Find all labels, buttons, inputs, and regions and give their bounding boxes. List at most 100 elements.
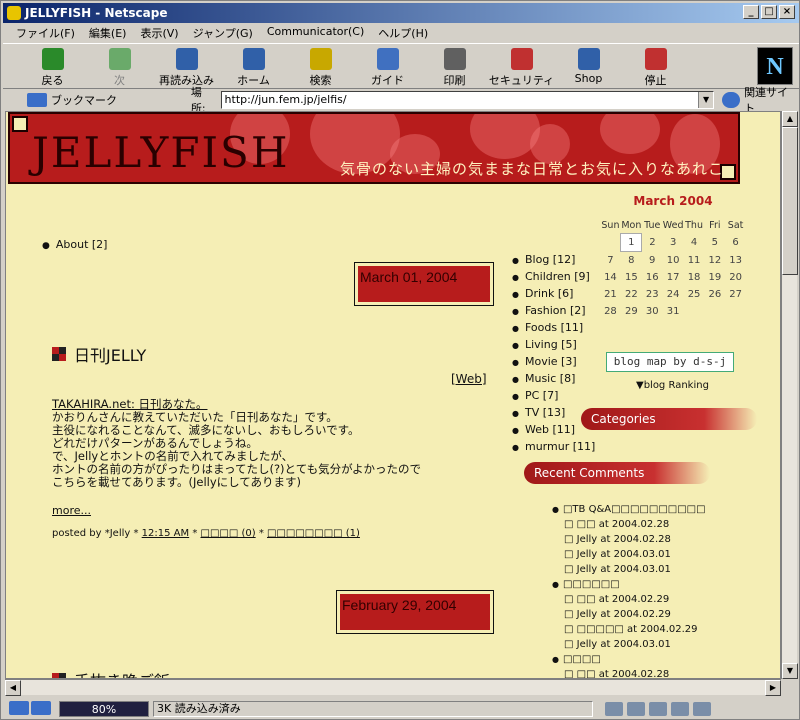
blogmap-banner[interactable]: blog map by d-s-j [606,352,734,372]
toolbar-button-4[interactable]: 検索 [287,44,354,88]
site-banner[interactable]: JELLYFISH 気骨のない主婦の気ままな日常とお気に入りなあれこれ [8,112,740,184]
recent-comment-entry[interactable]: ● □TB Q&A□□□□□□□□□□ [552,502,706,517]
recent-comment-item[interactable]: □ □□ at 2004.02.29 [552,592,706,607]
calendar-day[interactable]: 21 [600,286,621,303]
toolbar-button-7[interactable]: セキュリティ [488,44,555,88]
menu-item[interactable]: 編集(E) [82,23,134,41]
calendar-day[interactable]: 20 [725,269,746,286]
calendar-day[interactable]: 3 [663,234,684,252]
calendar-day[interactable]: 15 [621,269,642,286]
calendar-day[interactable]: 28 [600,303,621,320]
scroll-left-icon[interactable]: ◀ [5,680,21,696]
recent-comment-entry[interactable]: ● □□□□□□ [552,577,706,592]
category-link[interactable]: ● Music [8] [512,371,595,388]
toolbar-button-9[interactable]: 停止 [622,44,689,88]
category-link[interactable]: ● Blog [12] [512,252,595,269]
toolbar-button-1[interactable]: 次 [86,44,153,88]
scroll-down-icon[interactable]: ▼ [782,663,798,679]
scroll-right-icon[interactable]: ▶ [765,680,781,696]
menu-item[interactable]: ヘルプ(H) [371,23,435,41]
menu-item[interactable]: ファイル(F) [9,23,82,41]
security-status-icon[interactable] [605,702,623,716]
calendar-day[interactable]: 11 [684,252,705,270]
calendar-day[interactable]: 9 [642,252,663,270]
recent-comment-item[interactable]: □ Jelly at 2004.03.01 [552,637,706,652]
netscape-logo-icon[interactable]: N [757,47,793,85]
category-link[interactable]: ● murmur [11] [512,439,595,456]
calendar-day[interactable]: 1 [620,233,643,252]
post-time-link[interactable]: 12:15 AM [142,528,189,539]
calendar-day[interactable]: 7 [600,252,621,270]
calendar-day[interactable]: 4 [684,234,705,252]
calendar-day[interactable]: 18 [684,269,705,286]
calendar-title: March 2004 [633,194,713,208]
recent-comment-item[interactable]: □ □□ at 2004.02.28 [552,517,706,532]
recent-comment-item[interactable]: □ Jelly at 2004.02.28 [552,532,706,547]
calendar-day[interactable]: 23 [642,286,663,303]
recent-comment-item[interactable]: □ Jelly at 2004.03.01 [552,547,706,562]
category-link[interactable]: ● Movie [3] [512,354,595,371]
scroll-up-icon[interactable]: ▲ [782,111,798,127]
composer-icon[interactable] [671,702,689,716]
url-dropdown-icon[interactable]: ▼ [698,92,714,108]
calendar-day[interactable]: 6 [725,234,746,252]
maximize-button[interactable]: □ [761,5,777,19]
calendar-day[interactable]: 19 [705,269,726,286]
toolbar-button-8[interactable]: Shop [555,44,622,88]
close-button[interactable]: × [779,5,795,19]
post-category-link[interactable]: [Web] [451,372,487,386]
toolbar-button-3[interactable]: ホーム [220,44,287,88]
calendar-day[interactable]: 30 [642,303,663,320]
calendar-day[interactable]: 12 [705,252,726,270]
calendar-day[interactable]: 29 [621,303,642,320]
calendar-day[interactable]: 14 [600,269,621,286]
recent-comment-entry[interactable]: ● □□□□ [552,652,706,667]
toolbar-button-5[interactable]: ガイド [354,44,421,88]
toolbar-button-0[interactable]: 戻る [19,44,86,88]
calendar-day[interactable]: 27 [725,286,746,303]
navigator-icon[interactable] [627,702,645,716]
connection-status-icon[interactable] [9,701,55,717]
bookmarks-button[interactable]: ブックマーク [27,92,177,108]
menu-item[interactable]: Communicator(C) [260,23,371,41]
calendar-day[interactable]: 8 [621,252,642,270]
category-link[interactable]: ● Children [9] [512,269,595,286]
scroll-thumb[interactable] [782,127,798,275]
blog-ranking-link[interactable]: ▼blog Ranking [636,380,709,391]
calendar-day[interactable]: 16 [642,269,663,286]
recent-comment-item[interactable]: □ □□□□□ at 2004.02.29 [552,622,706,637]
mail-icon[interactable] [649,702,667,716]
url-input[interactable]: http://jun.fem.jp/jelfis/ ▼ [220,91,715,109]
menu-item[interactable]: 表示(V) [133,23,185,41]
minimize-button[interactable]: _ [743,5,759,19]
calendar-day[interactable]: 13 [725,252,746,270]
category-link[interactable]: ● PC [7] [512,388,595,405]
category-link[interactable]: ● Living [5] [512,337,595,354]
menu-item[interactable]: ジャンプ(G) [186,23,260,41]
calendar-day[interactable]: 10 [663,252,684,270]
calendar-day[interactable]: 17 [663,269,684,286]
category-link[interactable]: ● Drink [6] [512,286,595,303]
calendar-day[interactable]: 5 [705,234,726,252]
post-comments-link[interactable]: □□□□ (0) [201,528,256,539]
title-bar[interactable]: JELLYFISH - Netscape _ □ × [3,3,799,23]
calendar-day[interactable]: 24 [663,286,684,303]
vertical-scrollbar[interactable]: ▲ ▼ [781,111,798,679]
toolbar-button-2[interactable]: 再読み込み [153,44,220,88]
recent-comment-item[interactable]: □ Jelly at 2004.03.01 [552,562,706,577]
horizontal-scrollbar[interactable]: ◀ ▶ [5,679,781,696]
recent-comment-item[interactable]: □ Jelly at 2004.02.29 [552,607,706,622]
post-trackback-link[interactable]: □□□□□□□□ (1) [267,528,360,539]
calendar-day[interactable]: 25 [684,286,705,303]
edit-icon[interactable] [693,702,711,716]
category-link[interactable]: ● Foods [11] [512,320,595,337]
about-link[interactable]: ● About [2] [42,238,107,251]
calendar-day[interactable]: 26 [705,286,726,303]
calendar-day[interactable]: 31 [663,303,684,320]
more-link[interactable]: more... [52,504,91,517]
calendar-day[interactable]: 22 [621,286,642,303]
toolbar-button-6[interactable]: 印刷 [421,44,488,88]
calendar-day[interactable]: 2 [642,234,663,252]
recent-comment-item[interactable]: □ □□ at 2004.02.28 [552,667,706,678]
category-link[interactable]: ● Fashion [2] [512,303,595,320]
